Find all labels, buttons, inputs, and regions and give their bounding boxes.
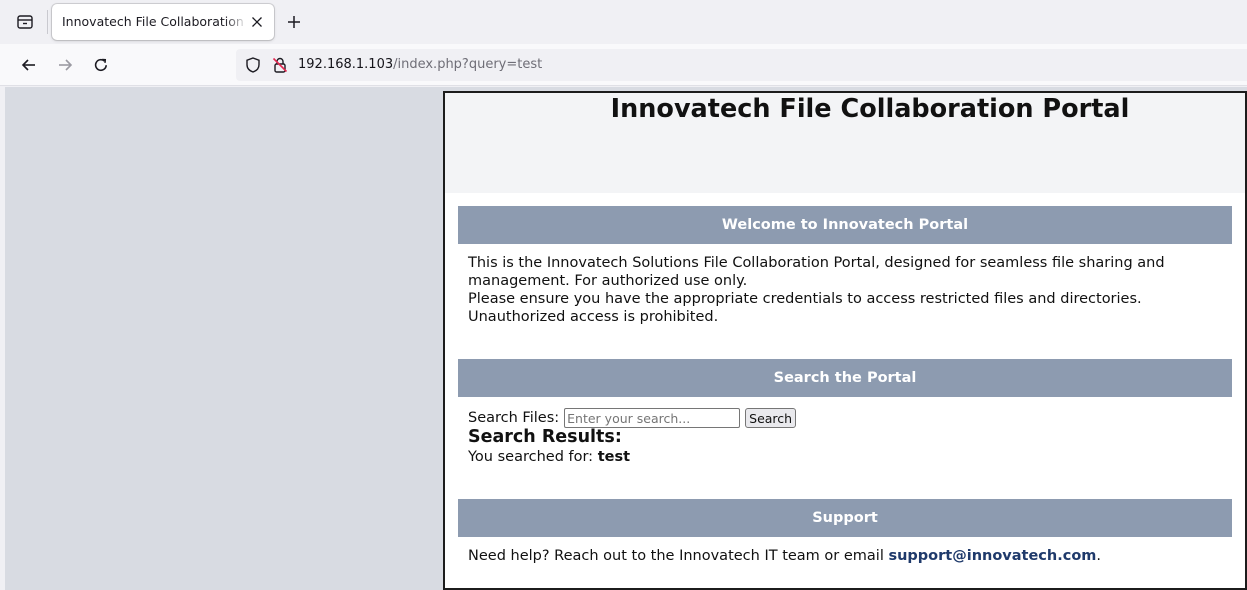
tab-title: Innovatech File Collaboration Portal (62, 14, 247, 29)
reload-button[interactable] (90, 54, 112, 76)
url-host: 192.168.1.103 (298, 57, 394, 72)
navigation-bar: 192.168.1.103/index.php?query=test (0, 44, 1247, 86)
shield-icon[interactable] (244, 56, 262, 74)
url-path: /index.php?query=test (393, 57, 543, 72)
tab-active[interactable]: Innovatech File Collaboration Portal (52, 4, 274, 40)
close-icon[interactable] (248, 13, 266, 31)
new-tab-icon[interactable] (284, 12, 304, 32)
search-form: Search Files: Search (468, 407, 797, 429)
welcome-heading: Welcome to Innovatech Portal (458, 206, 1232, 244)
page-title: Innovatech File Collaboration Portal (610, 94, 1130, 124)
searched-for-text: You searched for: test (468, 449, 630, 465)
portal-container: Innovatech File Collaboration Portal Wel… (443, 91, 1247, 590)
tab-overview-button[interactable] (6, 7, 44, 37)
welcome-text: This is the Innovatech Solutions File Co… (468, 254, 1165, 326)
searched-term: test (597, 449, 631, 465)
support-heading: Support (458, 499, 1232, 537)
support-text-body: Need help? Reach out to the Innovatech I… (468, 548, 889, 564)
insecure-lock-icon[interactable] (271, 56, 289, 74)
page-viewport: Innovatech File Collaboration Portal Wel… (5, 87, 1247, 590)
forward-button[interactable] (54, 54, 76, 76)
search-input[interactable] (564, 408, 741, 428)
search-button[interactable]: Search (745, 408, 797, 428)
support-text: Need help? Reach out to the Innovatech I… (468, 548, 1101, 564)
tab-strip: Innovatech File Collaboration Portal (0, 0, 1247, 44)
searched-prefix: You searched for: (468, 449, 598, 465)
arrow-left-icon (21, 59, 35, 71)
page-header: Innovatech File Collaboration Portal (445, 93, 1245, 193)
reload-icon (94, 58, 107, 72)
support-text-suffix: . (1096, 548, 1102, 564)
address-bar[interactable]: 192.168.1.103/index.php?query=test (236, 49, 1247, 81)
welcome-line: Please ensure you have the appropriate c… (468, 291, 1142, 307)
arrow-right-icon (59, 59, 73, 71)
browser-window: Innovatech File Collaboration Portal (0, 0, 1247, 590)
support-email-link[interactable]: support@innovatech.com (888, 548, 1096, 564)
search-label: Search Files: (468, 410, 560, 426)
welcome-line: This is the Innovatech Solutions File Co… (468, 255, 1165, 271)
search-results-heading: Search Results: (468, 427, 622, 447)
tab-overview-icon (17, 15, 33, 29)
back-button[interactable] (18, 54, 40, 76)
welcome-line: management. For authorized use only. (468, 273, 748, 289)
welcome-line: Unauthorized access is prohibited. (468, 309, 719, 325)
url-text[interactable]: 192.168.1.103/index.php?query=test (298, 49, 542, 81)
tab-divider (47, 10, 48, 34)
search-heading: Search the Portal (458, 359, 1232, 397)
